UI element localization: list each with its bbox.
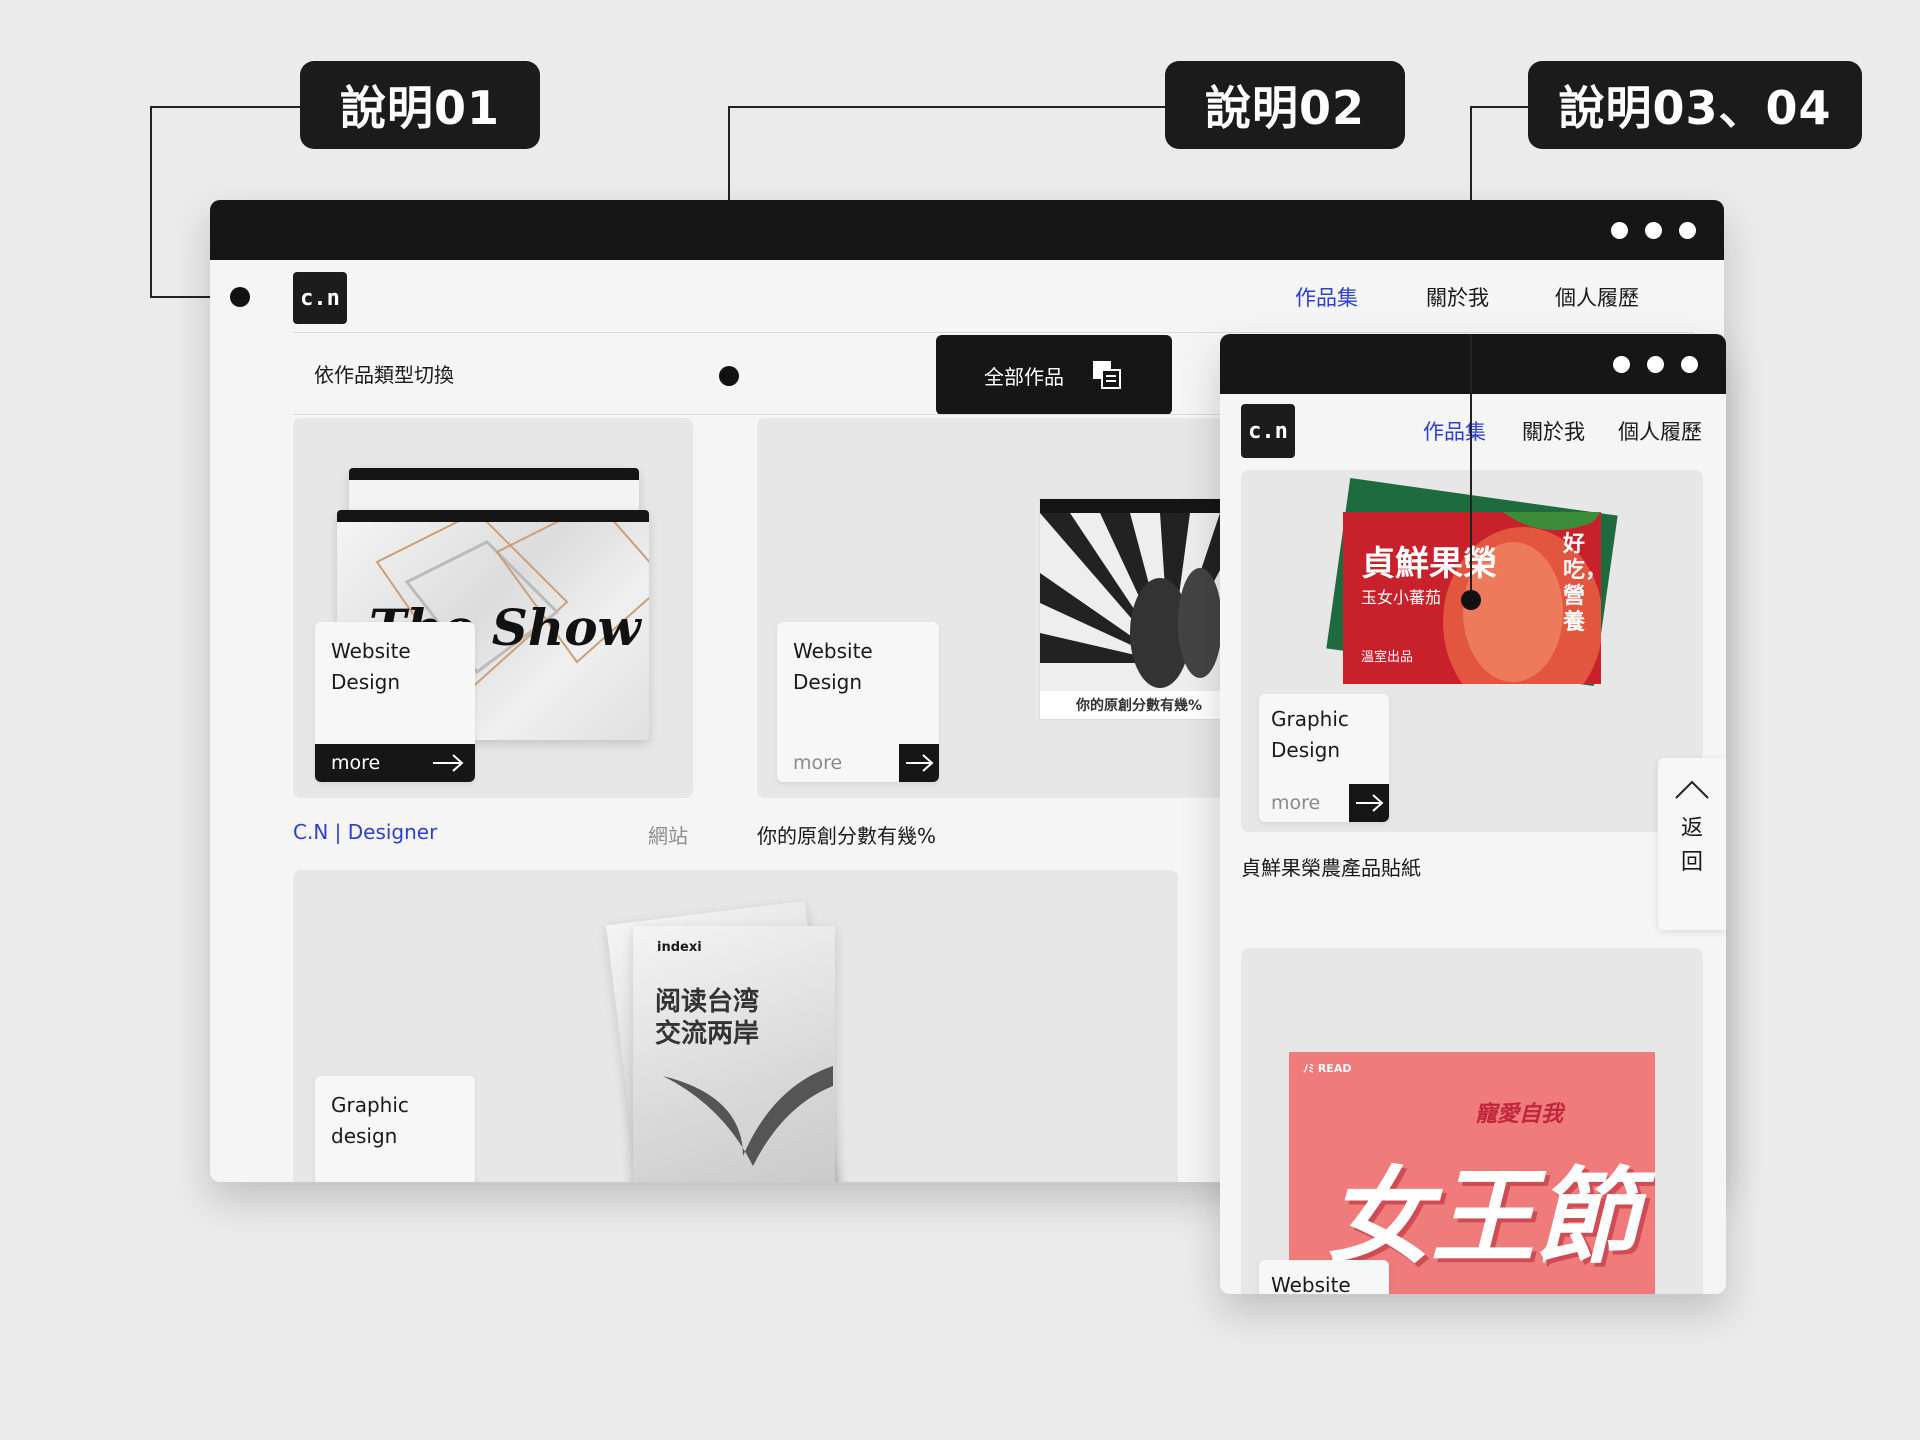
arrow-right-icon [433,754,464,772]
nav-portfolio[interactable]: 作品集 [1295,282,1358,312]
site-logo[interactable]: c.n [293,272,347,324]
book-title: 阅读台湾 交流两岸 [655,987,760,1049]
sticker-footer: 溫室出品 [1361,650,1414,665]
more-button[interactable]: more [315,744,475,782]
more-button[interactable]: more [1259,784,1389,822]
arrow-right-icon [1356,794,1384,812]
work-card-originality[interactable]: 你的原創分數有幾% Website Design more [757,418,1257,798]
arrow-right-icon [906,754,934,772]
thumbnail-sunburst [1040,513,1238,691]
book-swoosh [663,1066,833,1166]
filter-button-label: 全部作品 [984,364,1064,389]
back-to-top-label: 返回 [1680,816,1703,875]
mobile-work-card-queen[interactable]: ﾉﾐ READ 寵愛自我 女王節 Website [1241,948,1703,1294]
window-dot-icon [1645,221,1662,239]
leader-line-02 [728,106,1165,108]
filter-label: 依作品類型切換 [314,363,454,387]
work-card-indexi[interactable]: indexi 阅读台湾 交流两岸 Graphic design [293,870,1178,1182]
arrow-box [1349,784,1389,822]
sticker-subtitle: 玉女小蕃茄 [1361,588,1442,607]
thumbnail-book: indexi 阅读台湾 交流两岸 [633,926,835,1182]
window-titlebar [1220,334,1726,394]
leader-line-03 [1470,334,1472,598]
nav-resume[interactable]: 個人履歷 [1555,282,1639,312]
window-titlebar [210,200,1724,260]
documents-icon [1093,361,1121,389]
filter-all-works-button[interactable]: 全部作品 [936,335,1172,415]
annotation-dot-03 [1461,590,1481,610]
leader-line-03 [1470,106,1528,108]
queen-poster-brand: ﾉﾐ READ [1303,1062,1352,1075]
leader-line-01 [150,106,300,108]
poster-caption: 你的原創分數有幾% [1076,698,1203,714]
chevron-up-icon [1675,780,1709,799]
callout-03-04: 說明03、04 [1528,61,1862,149]
nav-about[interactable]: 關於我 [1522,416,1585,446]
card-tag-title: Graphic design [331,1093,409,1148]
nav-resume[interactable]: 個人履歷 [1618,416,1702,446]
card-tag: Graphic design [315,1076,475,1182]
more-button[interactable]: more [777,744,939,782]
annotation-dot-02 [719,366,739,386]
window-dot-icon [1681,355,1698,373]
card-tag-title: Website [1271,1273,1351,1294]
more-label: more [793,752,843,774]
card-tag: Website Design more [777,622,939,782]
mobile-window: c.n 作品集 關於我 個人履歷 貞鮮果榮 玉女小蕃茄 好吃，營養 溫室出品 G… [1220,334,1726,1294]
card-caption-title[interactable]: 貞鮮果榮農產品貼紙 [1241,852,1421,881]
window-dot-icon [1647,355,1664,373]
arrow-box [899,744,939,782]
card-tag-title: Website Design [793,639,873,694]
card-tag: Website Design more [315,622,475,782]
mobile-work-card-sticker[interactable]: 貞鮮果榮 玉女小蕃茄 好吃，營養 溫室出品 Graphic Design mor… [1241,470,1703,832]
sticker-side-text: 好吃，營養 [1563,532,1601,635]
queen-poster-subtitle: 寵愛自我 [1475,1102,1564,1127]
card-caption-category: 網站 [648,824,688,848]
site-logo[interactable]: c.n [1241,404,1295,458]
back-to-top-button[interactable]: 返回 [1658,758,1726,930]
nav-portfolio[interactable]: 作品集 [1423,416,1486,446]
annotation-dot-01 [230,287,250,307]
card-tag: Website [1259,1260,1389,1294]
more-label: more [1271,792,1321,814]
card-tag: Graphic Design more [1259,694,1389,822]
sticker-title: 貞鮮果榮 [1361,544,1497,584]
card-caption-title[interactable]: C.N | Designer [293,820,437,844]
callout-02: 說明02 [1165,61,1405,149]
more-label: more [331,752,381,774]
card-tag-title: Website Design [331,639,411,694]
queen-poster: ﾉﾐ READ 寵愛自我 女王節 [1289,1052,1655,1294]
card-caption-title[interactable]: 你的原創分數有幾% [757,820,936,849]
callout-01: 說明01 [300,61,540,149]
book-brand: indexi [657,940,702,955]
window-dot-icon [1611,221,1628,239]
window-dot-icon [1613,355,1630,373]
leader-line-01 [150,106,152,298]
card-tag-title: Graphic Design [1271,707,1349,762]
work-card-cn-designer[interactable]: The Show Website Design more [293,418,693,798]
thumbnail-poster: 你的原創分數有幾% [1039,498,1239,720]
nav-about[interactable]: 關於我 [1426,282,1489,312]
header-divider [293,332,1693,333]
window-dot-icon [1679,221,1696,239]
